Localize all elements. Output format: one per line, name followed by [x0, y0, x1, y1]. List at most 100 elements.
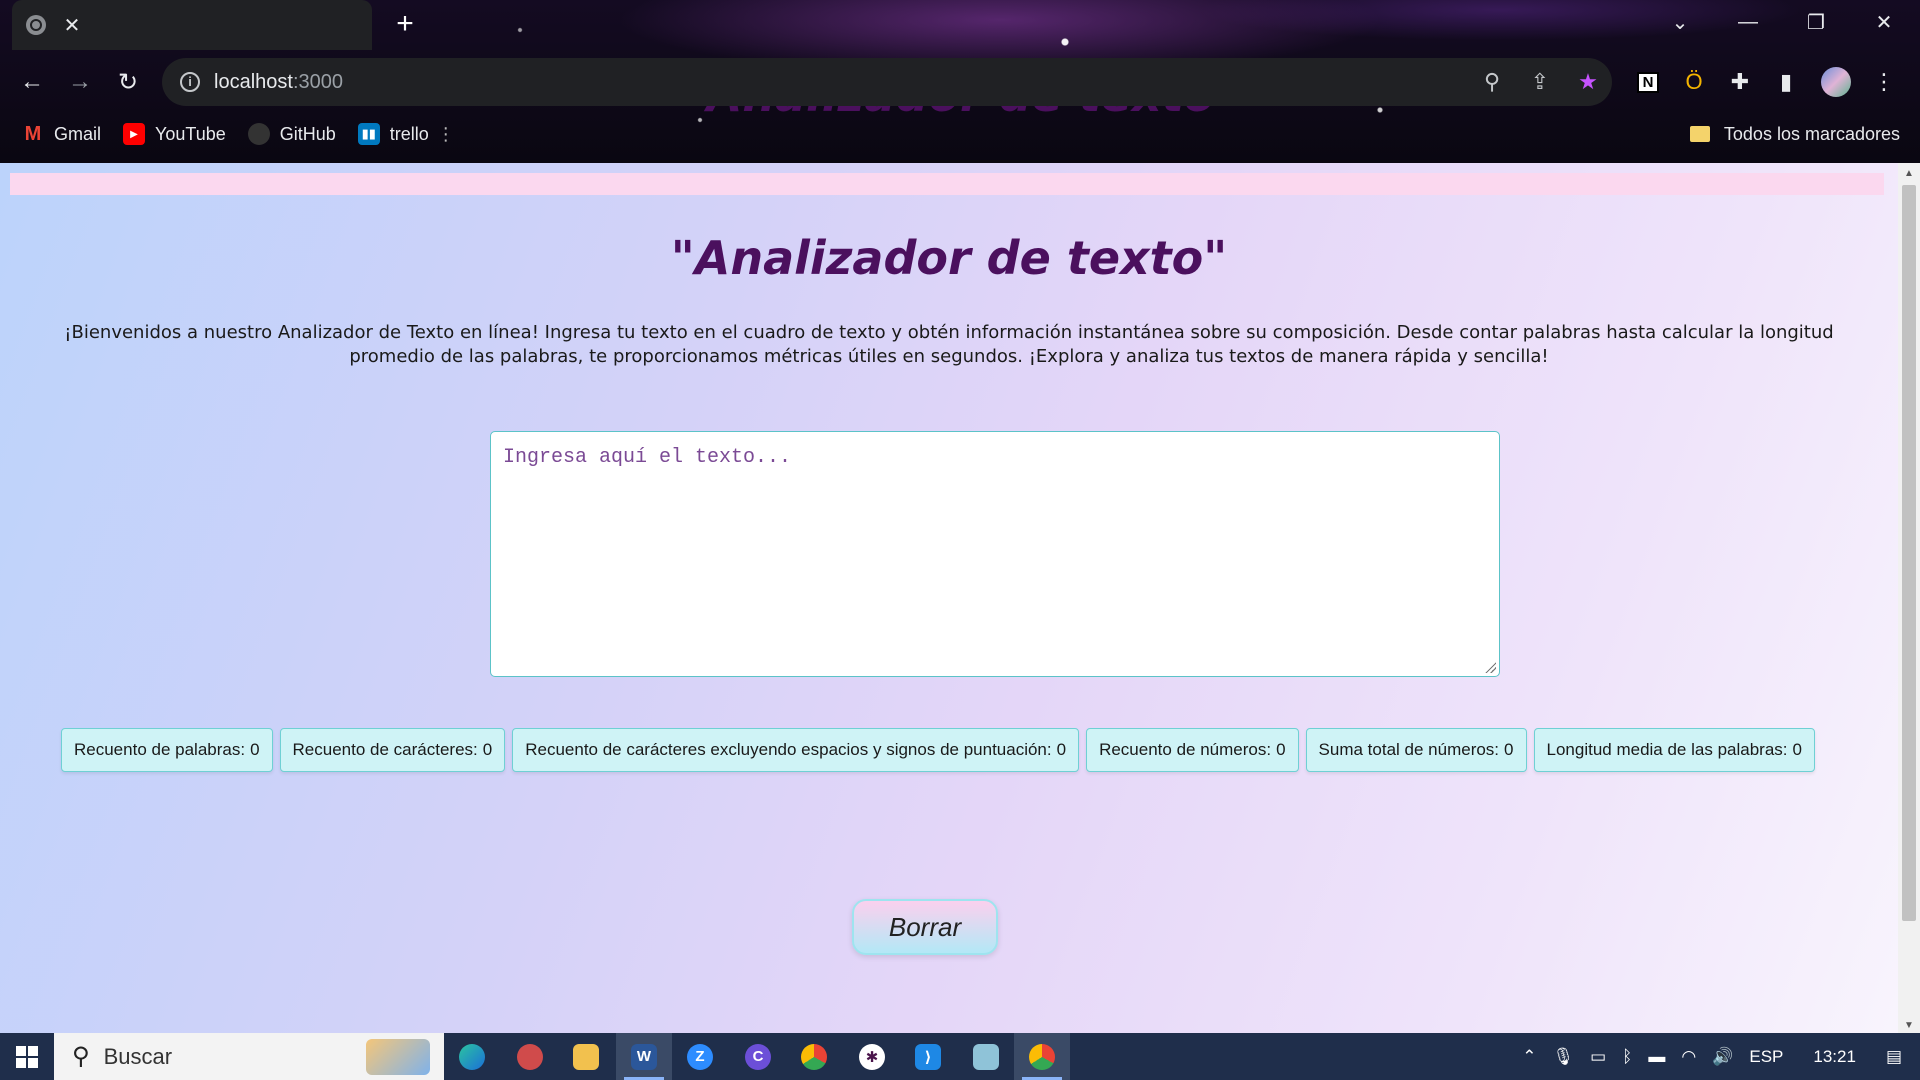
tab-strip: Analizador de texto ✕ + ⌄ ― ❐ ✕ [0, 0, 1920, 122]
bookmark-folder-all[interactable]: Todos los marcadores [1689, 114, 1900, 154]
youtube-icon: ▶ [123, 123, 146, 145]
stat-value: 0 [1276, 740, 1286, 759]
tab-close-button[interactable]: ✕ [60, 13, 84, 38]
microphone-icon[interactable]: 🎙 [1552, 1047, 1574, 1067]
stat-value: 0 [1056, 740, 1067, 759]
site-info-icon[interactable]: i [180, 72, 200, 92]
page-title: "Analizador de texto" [670, 231, 1228, 285]
top-decor-bar [10, 173, 1884, 195]
stat-label: Recuento de carácteres excluyendo espaci… [525, 740, 1052, 759]
zoom-app-icon[interactable]: Z [672, 1033, 728, 1080]
start-button[interactable] [0, 1033, 54, 1080]
bookmarks-folder-label: Todos los marcadores [1723, 123, 1900, 144]
chrome-app-icon[interactable] [786, 1033, 842, 1080]
reload-button[interactable]: ↻ [108, 62, 148, 102]
wifi-icon[interactable]: ◠ [1681, 1047, 1696, 1067]
bookmark-youtube[interactable]: ▶ YouTube [123, 123, 226, 145]
extensions-puzzle-icon[interactable]: ✚ [1722, 64, 1758, 100]
slack-app-icon[interactable]: ✱ [844, 1033, 900, 1080]
share-icon[interactable]: ⇪ [1516, 69, 1564, 95]
side-panel-icon[interactable]: ▮ [1768, 64, 1804, 100]
windows-logo-icon [16, 1045, 38, 1068]
stat-value: 0 [482, 740, 493, 759]
close-window-button[interactable]: ✕ [1850, 0, 1918, 44]
notes-app-icon[interactable] [958, 1033, 1014, 1080]
bookmark-star-icon[interactable]: ★ [1564, 69, 1612, 95]
stat-char-count: Recuento de carácteres: 0 [279, 728, 506, 772]
url-host: localhost [214, 70, 293, 93]
bookmark-github[interactable]: GitHub [247, 123, 336, 145]
clear-button[interactable]: Borrar [852, 899, 998, 955]
file-explorer-icon[interactable] [558, 1033, 614, 1080]
stats-row: Recuento de palabras: 0 Recuento de carác… [61, 728, 1815, 774]
bookmark-gmail[interactable]: M Gmail [22, 123, 101, 145]
word-app-icon[interactable]: W [616, 1033, 672, 1080]
globe-icon [26, 15, 46, 35]
stat-value: 0 [1792, 740, 1802, 759]
display-icon[interactable]: ▭ [1590, 1047, 1606, 1067]
textarea-placeholder: Ingresa aquí el texto... [503, 446, 792, 469]
folder-icon [1689, 126, 1710, 142]
url-port: :3000 [292, 70, 343, 93]
clock[interactable]: 13:21 [1813, 1047, 1856, 1067]
volume-icon[interactable]: 🔊 [1712, 1047, 1733, 1067]
system-tray: ⌃ 🎙 ▭ ᛒ ▬ ◠ 🔊 ESP 13:21 ▤ [1514, 1033, 1920, 1080]
text-input-area[interactable]: Ingresa aquí el texto... [490, 431, 1500, 677]
vscode-app-icon[interactable]: ⟩ [900, 1033, 956, 1080]
trello-icon: ▮▮ [357, 123, 380, 145]
page-scrollbar[interactable]: ▲ ▼ [1898, 163, 1920, 1033]
tab-search-icon[interactable]: ⌄ [1646, 0, 1714, 44]
intro-text: ¡Bienvenidos a nuestro Analizador de Tex… [64, 322, 1834, 367]
page-viewport: "Analizador de texto" ¡Bienvenidos a nue… [0, 163, 1898, 1033]
canva-app-icon[interactable]: C [730, 1033, 786, 1080]
zoom-icon[interactable]: ⚲ [1468, 69, 1516, 95]
app-icon[interactable] [502, 1033, 558, 1080]
address-bar[interactable]: i localhost:3000 ⚲ ⇪ ★ [162, 58, 1612, 106]
bookmarks-bar: M Gmail ▶ YouTube GitHub ▮▮ trello ⋮ Tod… [0, 114, 1920, 154]
stat-word-count: Recuento de palabras: 0 [61, 728, 273, 772]
extension-icon[interactable]: Ö [1676, 64, 1712, 100]
github-icon [247, 123, 270, 145]
scrollbar-thumb[interactable] [1902, 185, 1916, 921]
new-tab-button[interactable]: + [388, 8, 422, 42]
stat-label: Recuento de palabras: [74, 740, 246, 759]
search-icon: ⚲ [72, 1043, 90, 1070]
edge-app-icon[interactable] [444, 1033, 500, 1080]
notifications-icon[interactable]: ▤ [1886, 1047, 1902, 1067]
stat-label: Recuento de números: [1099, 740, 1272, 759]
taskbar-search-label: Buscar [103, 1043, 173, 1069]
restore-button[interactable]: ❐ [1782, 0, 1850, 44]
stat-char-count-no-spaces: Recuento de carácteres excluyendo espaci… [512, 728, 1080, 772]
browser-chrome: Analizador de texto ✕ + ⌄ ― ❐ ✕ ← → ↻ i … [0, 0, 1920, 163]
minimize-button[interactable]: ― [1714, 0, 1782, 44]
taskbar-search[interactable]: ⚲ Buscar [54, 1033, 444, 1080]
forward-button[interactable]: → [60, 62, 100, 102]
browser-tab[interactable]: Analizador de texto ✕ [12, 0, 1215, 122]
scroll-down-icon[interactable]: ▼ [1898, 1020, 1920, 1031]
bookmark-label: YouTube [155, 123, 226, 144]
bookmark-label: Gmail [54, 123, 102, 144]
search-highlight-image [366, 1039, 430, 1075]
show-hidden-icons-icon[interactable]: ⌃ [1522, 1047, 1536, 1067]
gmail-icon: M [24, 122, 42, 145]
bookmarks-overflow-icon[interactable]: ⋮ [437, 124, 455, 145]
bookmark-label: trello [389, 123, 429, 144]
battery-icon[interactable]: ▬ [1648, 1047, 1665, 1067]
stat-label: Recuento de carácteres: [292, 740, 478, 759]
stat-number-count: Recuento de números: 0 [1086, 728, 1299, 772]
menu-kebab-icon[interactable]: ⋮ [1866, 64, 1902, 100]
stat-label: Longitud media de las palabras: [1546, 740, 1788, 759]
chrome-active-app-icon[interactable] [1014, 1033, 1070, 1080]
stat-number-sum: Suma total de números: 0 [1305, 728, 1527, 772]
bluetooth-icon[interactable]: ᛒ [1622, 1047, 1632, 1067]
back-button[interactable]: ← [12, 62, 52, 102]
bookmark-trello[interactable]: ▮▮ trello [357, 123, 429, 145]
language-indicator[interactable]: ESP [1749, 1047, 1783, 1067]
taskbar: ⚲ Buscar W Z C ✱ ⟩ ⌃ 🎙 ▭ ᛒ ▬ ◠ 🔊 ESP 13:… [0, 1033, 1920, 1080]
stat-value: 0 [1504, 740, 1514, 759]
stat-label: Suma total de números: [1318, 740, 1500, 759]
resize-handle-icon[interactable] [1484, 661, 1496, 673]
notion-extension-icon[interactable]: N [1630, 64, 1666, 100]
profile-avatar[interactable] [1818, 64, 1854, 100]
scroll-up-icon[interactable]: ▲ [1898, 168, 1920, 179]
